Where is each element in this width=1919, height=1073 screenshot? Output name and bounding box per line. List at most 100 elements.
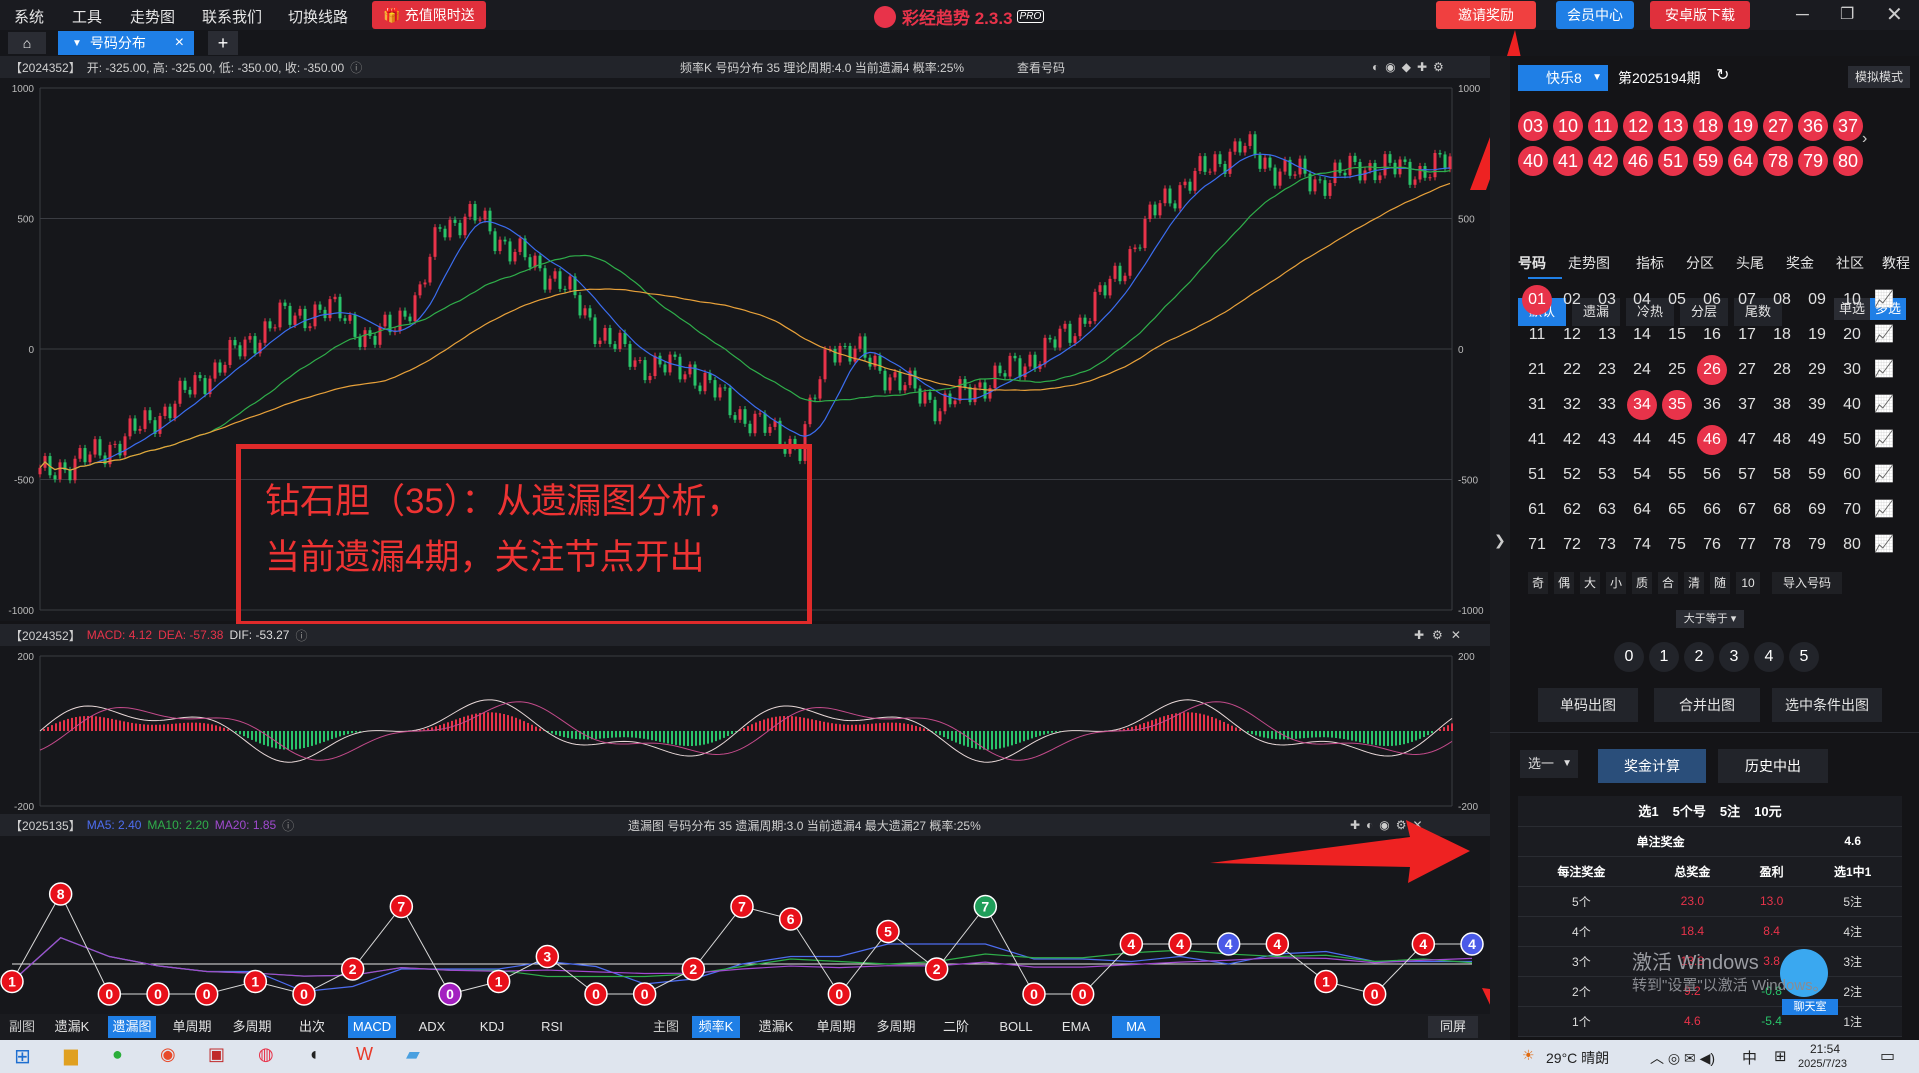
- toolbar-left-button[interactable]: RSI: [528, 1016, 576, 1038]
- toolbar-right-button[interactable]: 多周期: [872, 1016, 920, 1038]
- toolbar-right-button[interactable]: 频率K: [692, 1016, 740, 1038]
- toolbar-right-button[interactable]: 二阶: [932, 1016, 980, 1038]
- count-option[interactable]: 0: [1614, 642, 1644, 672]
- lottery-app-icon[interactable]: ◍: [258, 1044, 274, 1065]
- trend-chart-icon[interactable]: 📈: [1874, 464, 1894, 484]
- help-icon[interactable]: ⓘ: [295, 627, 307, 644]
- number-cell[interactable]: 18: [1767, 320, 1797, 350]
- lottery-select[interactable]: 快乐8 ▼: [1518, 65, 1608, 91]
- number-cell[interactable]: 09: [1802, 285, 1832, 315]
- number-cell[interactable]: 03: [1592, 285, 1622, 315]
- nav-tab[interactable]: 教程: [1882, 253, 1910, 273]
- nav-tab[interactable]: 走势图: [1568, 253, 1610, 273]
- history-button[interactable]: 历史中出: [1718, 749, 1828, 783]
- refresh-icon[interactable]: ↻: [1716, 65, 1729, 85]
- number-cell[interactable]: 26: [1697, 355, 1727, 385]
- op-button[interactable]: 质: [1632, 572, 1652, 594]
- toolbar-left-button[interactable]: 出次: [288, 1016, 336, 1038]
- nav-tab[interactable]: 头尾: [1736, 253, 1764, 273]
- ime-indicator[interactable]: 中: [1742, 1047, 1757, 1068]
- number-cell[interactable]: 71: [1522, 530, 1552, 560]
- number-cell[interactable]: 31: [1522, 390, 1552, 420]
- number-cell[interactable]: 63: [1592, 495, 1622, 525]
- number-cell[interactable]: 05: [1662, 285, 1692, 315]
- toolbar-left-button[interactable]: MACD: [348, 1016, 396, 1038]
- chart-tool-icons[interactable]: ◐◉◆✚⚙: [1372, 60, 1450, 74]
- minimize-icon[interactable]: ─: [1796, 4, 1809, 25]
- count-option[interactable]: 5: [1789, 642, 1819, 672]
- number-cell[interactable]: 01: [1522, 285, 1552, 315]
- op-button[interactable]: 大: [1580, 572, 1600, 594]
- split-screen-button[interactable]: 同屏: [1428, 1016, 1478, 1038]
- menu-trend[interactable]: 走势图: [130, 6, 175, 27]
- trend-chart-icon[interactable]: 📈: [1874, 534, 1894, 554]
- number-cell[interactable]: 66: [1697, 495, 1727, 525]
- number-cell[interactable]: 65: [1662, 495, 1692, 525]
- number-cell[interactable]: 24: [1627, 355, 1657, 385]
- number-cell[interactable]: 69: [1802, 495, 1832, 525]
- op-button[interactable]: 小: [1606, 572, 1626, 594]
- number-cell[interactable]: 44: [1627, 425, 1657, 455]
- nav-tab[interactable]: 社区: [1836, 253, 1864, 273]
- member-center-button[interactable]: 会员中心: [1556, 1, 1634, 29]
- op-button[interactable]: 清: [1684, 572, 1704, 594]
- number-cell[interactable]: 57: [1732, 460, 1762, 490]
- number-cell[interactable]: 54: [1627, 460, 1657, 490]
- number-cell[interactable]: 07: [1732, 285, 1762, 315]
- toolbar-right-button[interactable]: BOLL: [992, 1016, 1040, 1038]
- home-icon[interactable]: ⌂: [8, 32, 46, 54]
- count-option[interactable]: 2: [1684, 642, 1714, 672]
- number-cell[interactable]: 72: [1557, 530, 1587, 560]
- number-cell[interactable]: 70: [1837, 495, 1867, 525]
- number-cell[interactable]: 11: [1522, 320, 1552, 350]
- number-cell[interactable]: 42: [1557, 425, 1587, 455]
- number-cell[interactable]: 46: [1697, 425, 1727, 455]
- number-cell[interactable]: 06: [1697, 285, 1727, 315]
- help-icon[interactable]: ⓘ: [350, 59, 362, 76]
- number-cell[interactable]: 64: [1627, 495, 1657, 525]
- trend-chart-icon[interactable]: 📈: [1874, 359, 1894, 379]
- number-cell[interactable]: 39: [1802, 390, 1832, 420]
- number-cell[interactable]: 62: [1557, 495, 1587, 525]
- number-cell[interactable]: 16: [1697, 320, 1727, 350]
- menu-system[interactable]: 系统: [14, 6, 44, 27]
- number-cell[interactable]: 02: [1557, 285, 1587, 315]
- check-numbers-link[interactable]: 查看号码: [1017, 59, 1065, 76]
- number-cell[interactable]: 60: [1837, 460, 1867, 490]
- number-cell[interactable]: 22: [1557, 355, 1587, 385]
- qq-icon[interactable]: ◖: [308, 1044, 319, 1065]
- op-button[interactable]: 随: [1710, 572, 1730, 594]
- number-cell[interactable]: 68: [1767, 495, 1797, 525]
- number-cell[interactable]: 49: [1802, 425, 1832, 455]
- number-cell[interactable]: 08: [1767, 285, 1797, 315]
- recharge-button[interactable]: 🎁 充值限时送: [372, 1, 486, 29]
- trend-chart-icon[interactable]: 📈: [1874, 429, 1894, 449]
- number-cell[interactable]: 78: [1767, 530, 1797, 560]
- toolbar-left-button[interactable]: 遗漏K: [48, 1016, 96, 1038]
- chevron-right-icon[interactable]: ›: [1862, 130, 1867, 148]
- number-cell[interactable]: 45: [1662, 425, 1692, 455]
- number-cell[interactable]: 52: [1557, 460, 1587, 490]
- number-cell[interactable]: 28: [1767, 355, 1797, 385]
- op-button[interactable]: 合: [1658, 572, 1678, 594]
- folder-icon[interactable]: ▆: [64, 1045, 78, 1066]
- number-cell[interactable]: 33: [1592, 390, 1622, 420]
- trend-chart-icon[interactable]: 📈: [1874, 324, 1894, 344]
- compare-select[interactable]: 大于等于 ▾: [1676, 610, 1744, 628]
- nav-tab[interactable]: 指标: [1636, 253, 1664, 273]
- number-cell[interactable]: 47: [1732, 425, 1762, 455]
- number-cell[interactable]: 56: [1697, 460, 1727, 490]
- number-cell[interactable]: 58: [1767, 460, 1797, 490]
- number-cell[interactable]: 35: [1662, 390, 1692, 420]
- number-cell[interactable]: 17: [1732, 320, 1762, 350]
- windows-start-icon[interactable]: ⊞: [14, 1044, 31, 1069]
- number-cell[interactable]: 10: [1837, 285, 1867, 315]
- toolbar-right-button[interactable]: 单周期: [812, 1016, 860, 1038]
- count-option[interactable]: 3: [1719, 642, 1749, 672]
- browser-icon[interactable]: ◉: [160, 1044, 176, 1065]
- app-icon[interactable]: ▣: [208, 1044, 225, 1065]
- number-cell[interactable]: 50: [1837, 425, 1867, 455]
- menu-tools[interactable]: 工具: [72, 6, 102, 27]
- toolbar-left-button[interactable]: KDJ: [468, 1016, 516, 1038]
- chevron-right-icon[interactable]: ❯: [1494, 532, 1506, 549]
